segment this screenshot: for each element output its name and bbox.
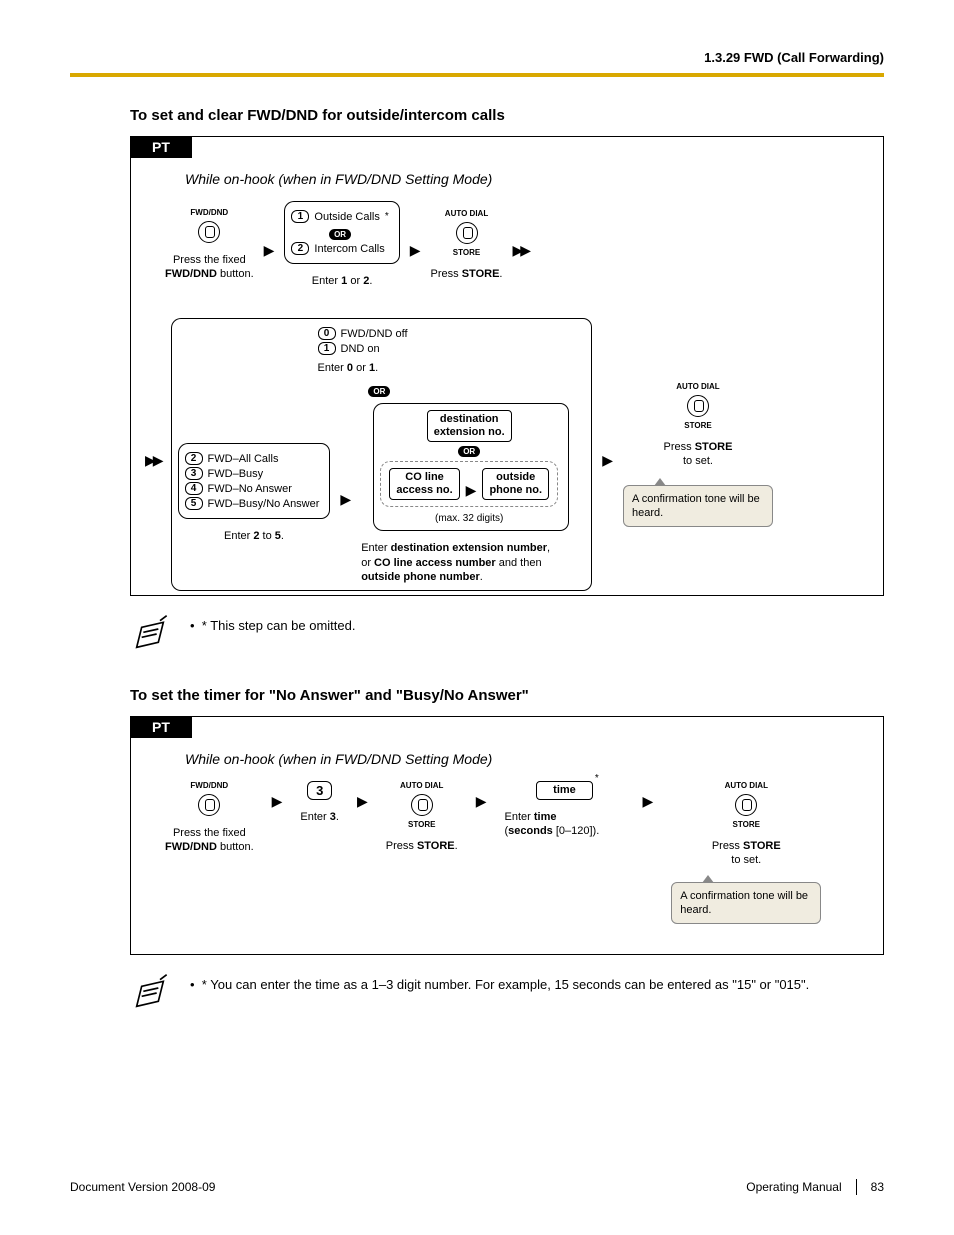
note2-text: • * You can enter the time as a 1–3 digi… <box>190 973 809 992</box>
step-enter-time: time * Enter time (seconds [0–120]). <box>504 781 624 839</box>
tone-bubble: A confirmation tone will be heard. <box>671 882 821 925</box>
step-store-set: AUTO DIAL STORE Press STOREto set. A con… <box>623 382 773 527</box>
step-enter-1-2: 1Outside Calls* OR 2Intercom Calls Enter… <box>284 201 399 288</box>
pt-tab: PT <box>130 716 192 738</box>
page-header: 1.3.29 FWD (Call Forwarding) <box>70 50 884 65</box>
footer-manual: Operating Manual <box>746 1180 841 1194</box>
step-press-store: AUTO DIAL STORE Press STORE. <box>431 209 503 281</box>
arrow-icon: ▶ <box>642 793 653 810</box>
arrow-icon: ▶ <box>272 793 283 810</box>
header-rule <box>70 73 884 77</box>
note-icon <box>130 973 170 1016</box>
tone-bubble: A confirmation tone will be heard. <box>623 485 773 528</box>
panel-subtitle: While on-hook (when in FWD/DND Setting M… <box>185 751 869 767</box>
arrow-icon: ▶ <box>264 242 275 259</box>
arrow-icon: ▶ <box>602 452 613 469</box>
step-store-set: AUTO DIAL STORE Press STOREto set. A con… <box>671 781 821 924</box>
panel-timer: PT While on-hook (when in FWD/DND Settin… <box>130 716 884 955</box>
step-fwd-dnd-button: FWD/DND Press the fixed FWD/DND button. <box>165 781 254 855</box>
section1-title: To set and clear FWD/DND for outside/int… <box>130 107 884 124</box>
pt-tab: PT <box>130 136 192 158</box>
panel-subtitle: While on-hook (when in FWD/DND Setting M… <box>185 171 869 187</box>
step-fwd-dnd-button: FWD/DND Press the fixed FWD/DND button. <box>165 208 254 282</box>
double-arrow-icon: ▶▶ <box>145 452 161 469</box>
step-enter-3: 3 Enter 3. <box>300 781 339 824</box>
footer: Document Version 2008-09 Operating Manua… <box>70 1179 884 1195</box>
step-press-store: AUTO DIAL STORE Press STORE. <box>386 781 458 853</box>
destination-group: destinationextension no. OR CO lineacces… <box>361 403 581 585</box>
footer-page: 83 <box>871 1180 884 1194</box>
footer-left: Document Version 2008-09 <box>70 1180 215 1194</box>
section2-title: To set the timer for "No Answer" and "Bu… <box>130 687 884 704</box>
group-fwd-modes: 2FWD–All Calls 3FWD–Busy 4FWD–No Answer … <box>178 443 331 543</box>
double-arrow-icon: ▶▶ <box>512 242 528 259</box>
arrow-icon: ▶ <box>357 793 368 810</box>
arrow-icon: ▶ <box>476 793 487 810</box>
group-off-dnd: 0FWD/DND off 1DND on Enter 0 or 1. <box>318 325 582 375</box>
panel-fwd-dnd: PT While on-hook (when in FWD/DND Settin… <box>130 136 884 596</box>
arrow-icon: ▶ <box>410 242 421 259</box>
arrow-icon: ▶ <box>340 491 351 508</box>
